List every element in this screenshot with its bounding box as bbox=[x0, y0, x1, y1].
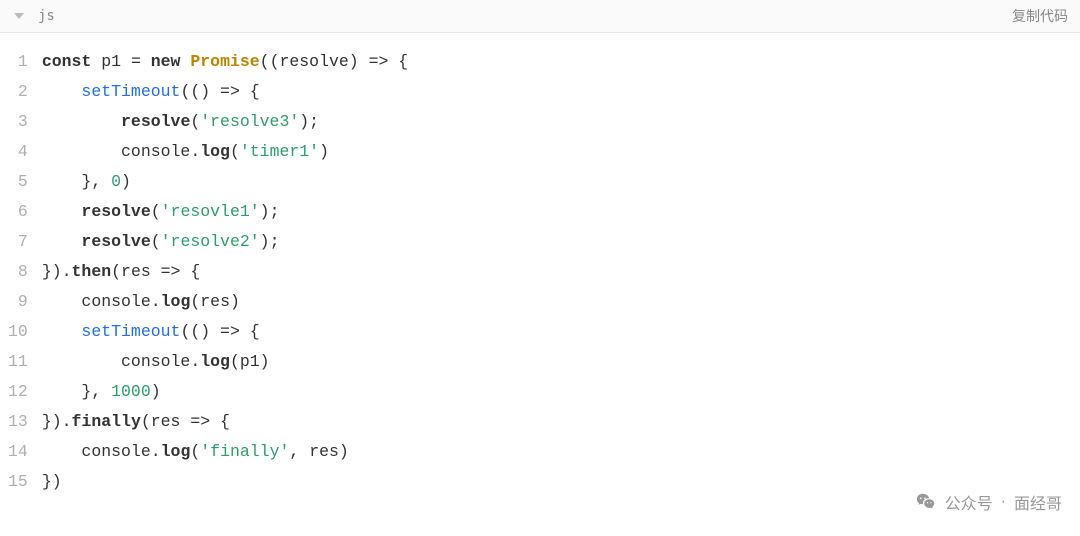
line-number: 11 bbox=[8, 347, 28, 377]
code-token: setTimeout bbox=[81, 322, 180, 341]
code-token: (() => { bbox=[180, 82, 259, 101]
line-number: 5 bbox=[8, 167, 28, 197]
code-token: log bbox=[161, 442, 191, 461]
code-token: }) bbox=[42, 472, 62, 491]
code-token bbox=[42, 112, 121, 131]
code-token: ); bbox=[260, 232, 280, 251]
line-number: 10 bbox=[8, 317, 28, 347]
code-line: const p1 = new Promise((resolve) => { bbox=[42, 47, 408, 77]
code-token: ) bbox=[121, 172, 131, 191]
language-label: js bbox=[38, 8, 55, 24]
code-line: setTimeout(() => { bbox=[42, 317, 408, 347]
code-token: 'finally' bbox=[200, 442, 289, 461]
code-token: (() => { bbox=[180, 322, 259, 341]
code-token: ) bbox=[151, 382, 161, 401]
line-number: 7 bbox=[8, 227, 28, 257]
code-token: const bbox=[42, 52, 101, 71]
code-line: console.log(p1) bbox=[42, 347, 408, 377]
code-token: resolve bbox=[81, 232, 150, 251]
watermark-separator: · bbox=[1001, 493, 1006, 511]
line-number: 9 bbox=[8, 287, 28, 317]
code-token: ( bbox=[230, 142, 240, 161]
code-line: console.log('timer1') bbox=[42, 137, 408, 167]
caret-down-icon[interactable] bbox=[14, 13, 24, 19]
code-token: p1 = bbox=[101, 52, 151, 71]
code-line: }, 0) bbox=[42, 167, 408, 197]
line-number-gutter: 123456789101112131415 bbox=[0, 47, 42, 497]
code-token: ); bbox=[299, 112, 319, 131]
code-line: console.log('finally', res) bbox=[42, 437, 408, 467]
line-number: 8 bbox=[8, 257, 28, 287]
code-token: console. bbox=[42, 292, 161, 311]
line-number: 3 bbox=[8, 107, 28, 137]
code-token: ((resolve) => { bbox=[260, 52, 409, 71]
code-line: resolve('resolve2'); bbox=[42, 227, 408, 257]
code-token: resolve bbox=[121, 112, 190, 131]
watermark-text-1: 公众号 bbox=[945, 490, 993, 514]
code-token: , res) bbox=[289, 442, 348, 461]
line-number: 15 bbox=[8, 467, 28, 497]
code-block-header: js 复制代码 bbox=[0, 0, 1080, 33]
watermark-text-2: 面经哥 bbox=[1014, 490, 1062, 514]
code-line: }).then(res => { bbox=[42, 257, 408, 287]
code-line: }) bbox=[42, 467, 408, 497]
code-token: ( bbox=[190, 442, 200, 461]
code-area: 123456789101112131415 const p1 = new Pro… bbox=[0, 33, 1080, 497]
code-token bbox=[42, 322, 82, 341]
code-line: resolve('resolve3'); bbox=[42, 107, 408, 137]
code-line: }).finally(res => { bbox=[42, 407, 408, 437]
header-left: js bbox=[14, 8, 55, 24]
line-number: 14 bbox=[8, 437, 28, 467]
code-token: console. bbox=[42, 142, 200, 161]
code-token: log bbox=[161, 292, 191, 311]
code-line: resolve('resovle1'); bbox=[42, 197, 408, 227]
code-token: 'resovle1' bbox=[161, 202, 260, 221]
code-token: (res => { bbox=[141, 412, 230, 431]
code-token: 'timer1' bbox=[240, 142, 319, 161]
code-token: 0 bbox=[111, 172, 121, 191]
line-number: 13 bbox=[8, 407, 28, 437]
line-number: 4 bbox=[8, 137, 28, 167]
code-line: }, 1000) bbox=[42, 377, 408, 407]
code-token: new bbox=[151, 52, 191, 71]
watermark: 公众号 · 面经哥 bbox=[915, 490, 1062, 514]
code-token: (res) bbox=[190, 292, 240, 311]
code-token bbox=[42, 82, 82, 101]
code-token: (p1) bbox=[230, 352, 270, 371]
code-token: ( bbox=[151, 202, 161, 221]
line-number: 12 bbox=[8, 377, 28, 407]
code-token: ( bbox=[151, 232, 161, 251]
code-token: log bbox=[200, 142, 230, 161]
code-token: (res => { bbox=[111, 262, 200, 281]
code-token: }). bbox=[42, 262, 72, 281]
code-token: resolve bbox=[81, 202, 150, 221]
code-token: 'resolve3' bbox=[200, 112, 299, 131]
code-token: 1000 bbox=[111, 382, 151, 401]
code-token: ) bbox=[319, 142, 329, 161]
code-token: console. bbox=[42, 352, 200, 371]
line-number: 2 bbox=[8, 77, 28, 107]
code-token bbox=[42, 202, 82, 221]
code-token: }). bbox=[42, 412, 72, 431]
line-number: 1 bbox=[8, 47, 28, 77]
code-line: console.log(res) bbox=[42, 287, 408, 317]
code-token: ); bbox=[260, 202, 280, 221]
code-token: }, bbox=[42, 172, 111, 191]
code-token: 'resolve2' bbox=[161, 232, 260, 251]
code-token: Promise bbox=[190, 52, 259, 71]
code-token bbox=[42, 232, 82, 251]
code-token: finally bbox=[72, 412, 141, 431]
line-number: 6 bbox=[8, 197, 28, 227]
code-token: setTimeout bbox=[81, 82, 180, 101]
code-token: }, bbox=[42, 382, 111, 401]
code-token: then bbox=[72, 262, 112, 281]
copy-code-button[interactable]: 复制代码 bbox=[1012, 6, 1068, 26]
code-content: const p1 = new Promise((resolve) => { se… bbox=[42, 47, 408, 497]
wechat-icon bbox=[915, 491, 937, 513]
code-token: console. bbox=[42, 442, 161, 461]
code-token: log bbox=[200, 352, 230, 371]
code-token: ( bbox=[190, 112, 200, 131]
code-line: setTimeout(() => { bbox=[42, 77, 408, 107]
